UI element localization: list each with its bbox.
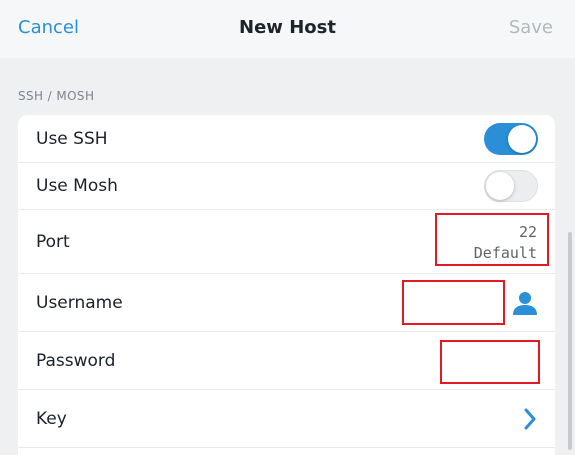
key-row[interactable]: Key — [18, 390, 555, 448]
username-row[interactable]: Username — [18, 274, 555, 332]
use-ssh-toggle[interactable] — [484, 122, 538, 155]
port-row[interactable]: Port 22 Default — [18, 210, 555, 274]
use-mosh-row[interactable]: Use Mosh — [18, 163, 555, 210]
use-ssh-row[interactable]: Use SSH — [18, 115, 555, 163]
key-label: Key — [36, 408, 67, 429]
chevron-right-icon[interactable] — [523, 408, 537, 430]
password-row[interactable]: Password — [18, 332, 555, 390]
username-field[interactable] — [402, 280, 505, 325]
password-label: Password — [36, 350, 116, 371]
user-icon[interactable] — [512, 290, 538, 316]
toggle-knob — [508, 124, 536, 153]
username-label: Username — [36, 292, 123, 313]
use-mosh-toggle[interactable] — [484, 170, 538, 202]
save-button[interactable]: Save — [509, 17, 553, 38]
use-ssh-label: Use SSH — [36, 128, 108, 149]
use-mosh-label: Use Mosh — [36, 176, 118, 196]
settings-card: Use SSH Use Mosh Port 22 Default Usernam… — [18, 115, 555, 455]
redaction-box — [435, 213, 549, 266]
page-title: New Host — [239, 17, 336, 38]
toggle-knob — [486, 172, 514, 200]
navigation-bar: Cancel New Host Save — [0, 0, 575, 58]
scrollbar[interactable] — [568, 232, 572, 450]
port-label: Port — [36, 231, 70, 252]
section-header: SSH / MOSH — [18, 89, 95, 103]
password-field[interactable] — [440, 340, 540, 384]
